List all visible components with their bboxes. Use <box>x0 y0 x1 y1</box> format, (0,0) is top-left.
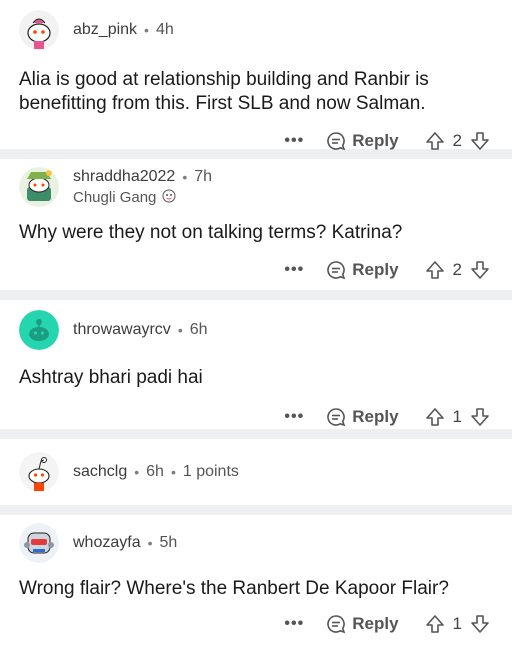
separator-dot: • <box>147 535 153 551</box>
comment-text: Why were they not on talking terms? Katr… <box>19 222 403 243</box>
comment-actions: ••• Reply 2 <box>0 253 512 287</box>
collapsed-comment-card[interactable]: sachclg • 6h • 1 points <box>0 439 512 505</box>
comment-header: sachclg • 6h • 1 points <box>0 439 512 492</box>
timestamp: 5h <box>159 534 178 551</box>
comment-meta: throwawayrcv • 6h <box>73 321 208 339</box>
timestamp: 7h <box>194 168 213 185</box>
comment-header: abz_pink • 4h <box>0 0 512 50</box>
comment-meta: sachclg • 6h • 1 points <box>73 463 239 481</box>
timestamp: 6h <box>189 321 208 338</box>
reply-bubble-icon <box>327 261 346 280</box>
flair-emoji-icon <box>162 189 176 206</box>
reply-label: Reply <box>352 260 399 279</box>
vote-count: 1 <box>452 614 462 633</box>
timestamp: 6h <box>146 463 164 480</box>
flair-label: Chugli Gang <box>73 189 157 206</box>
snoo-robot-avatar-icon[interactable] <box>19 523 59 563</box>
more-options-icon[interactable]: ••• <box>284 132 304 150</box>
vote-count: 2 <box>452 131 462 150</box>
username[interactable]: shraddha2022 <box>73 168 175 186</box>
separator-dot: • <box>182 169 188 185</box>
reply-button[interactable]: Reply <box>326 407 399 427</box>
separator-dot: • <box>134 464 140 480</box>
upvote-arrow-icon[interactable] <box>425 131 445 151</box>
comment-header: shraddha2022 • 7h Chugli Gang <box>0 159 512 207</box>
more-options-icon[interactable]: ••• <box>284 408 304 426</box>
comment-actions: ••• Reply 2 <box>0 124 512 158</box>
reply-label: Reply <box>352 131 399 150</box>
vote-controls: 1 <box>425 614 490 634</box>
snoo-green-hat-avatar-icon[interactable] <box>19 167 59 207</box>
reply-label: Reply <box>352 407 399 426</box>
reply-button[interactable]: Reply <box>326 260 399 280</box>
separator-dot: • <box>170 464 176 480</box>
comment-card: whozayfa • 5h Wrong flair? Where's the R… <box>0 515 512 648</box>
comment-header: throwawayrcv • 6h <box>0 300 512 350</box>
separator-dot: • <box>177 322 183 338</box>
comment-actions: ••• Reply 1 <box>0 400 512 434</box>
username[interactable]: whozayfa <box>73 534 141 552</box>
reply-bubble-icon <box>327 615 346 634</box>
reply-button[interactable]: Reply <box>326 614 399 634</box>
vote-controls: 2 <box>425 260 490 280</box>
reply-bubble-icon <box>327 132 346 151</box>
downvote-arrow-icon[interactable] <box>470 260 490 280</box>
comment-meta: whozayfa • 5h <box>73 534 177 552</box>
comment-meta: shraddha2022 • 7h Chugli Gang <box>73 168 212 206</box>
vote-controls: 1 <box>425 407 490 427</box>
vote-controls: 2 <box>425 131 490 151</box>
snoo-default-teal-avatar-icon[interactable] <box>19 310 59 350</box>
comment-separator <box>0 505 512 515</box>
comment-text: Ashtray bhari padi hai <box>19 367 203 388</box>
more-options-icon[interactable]: ••• <box>284 615 304 633</box>
user-flair: Chugli Gang <box>73 189 212 206</box>
comment-meta: abz_pink • 4h <box>73 21 174 39</box>
reply-button[interactable]: Reply <box>326 131 399 151</box>
snoo-plain-avatar-icon[interactable] <box>19 452 59 492</box>
separator-dot: • <box>144 22 149 38</box>
username[interactable]: sachclg <box>73 463 127 481</box>
reply-bubble-icon <box>327 408 346 427</box>
downvote-arrow-icon[interactable] <box>470 407 490 427</box>
comment-text: Alia is good at relationship building an… <box>19 69 429 114</box>
timestamp: 4h <box>155 21 174 38</box>
upvote-arrow-icon[interactable] <box>425 260 445 280</box>
comment-header: whozayfa • 5h <box>0 515 512 563</box>
reply-label: Reply <box>352 614 399 633</box>
username[interactable]: throwawayrcv <box>73 321 171 339</box>
comment-text: Wrong flair? Where's the Ranbert De Kapo… <box>19 578 449 599</box>
comment-card: abz_pink • 4h Alia is good at relationsh… <box>0 0 512 151</box>
comment-card: shraddha2022 • 7h Chugli Gang Why were t… <box>0 159 512 290</box>
vote-count: 2 <box>452 260 462 279</box>
comment-actions: ••• Reply 1 <box>0 607 512 641</box>
downvote-arrow-icon[interactable] <box>470 614 490 634</box>
comment-card: throwawayrcv • 6h Ashtray bhari padi hai… <box>0 300 512 429</box>
upvote-arrow-icon[interactable] <box>425 614 445 634</box>
points-count: 1 points <box>182 463 239 480</box>
comment-separator <box>0 290 512 300</box>
upvote-arrow-icon[interactable] <box>425 407 445 427</box>
more-options-icon[interactable]: ••• <box>284 261 304 279</box>
vote-count: 1 <box>452 407 462 426</box>
downvote-arrow-icon[interactable] <box>470 131 490 151</box>
snoo-pink-avatar-icon[interactable] <box>19 10 59 50</box>
username[interactable]: abz_pink <box>73 21 137 39</box>
